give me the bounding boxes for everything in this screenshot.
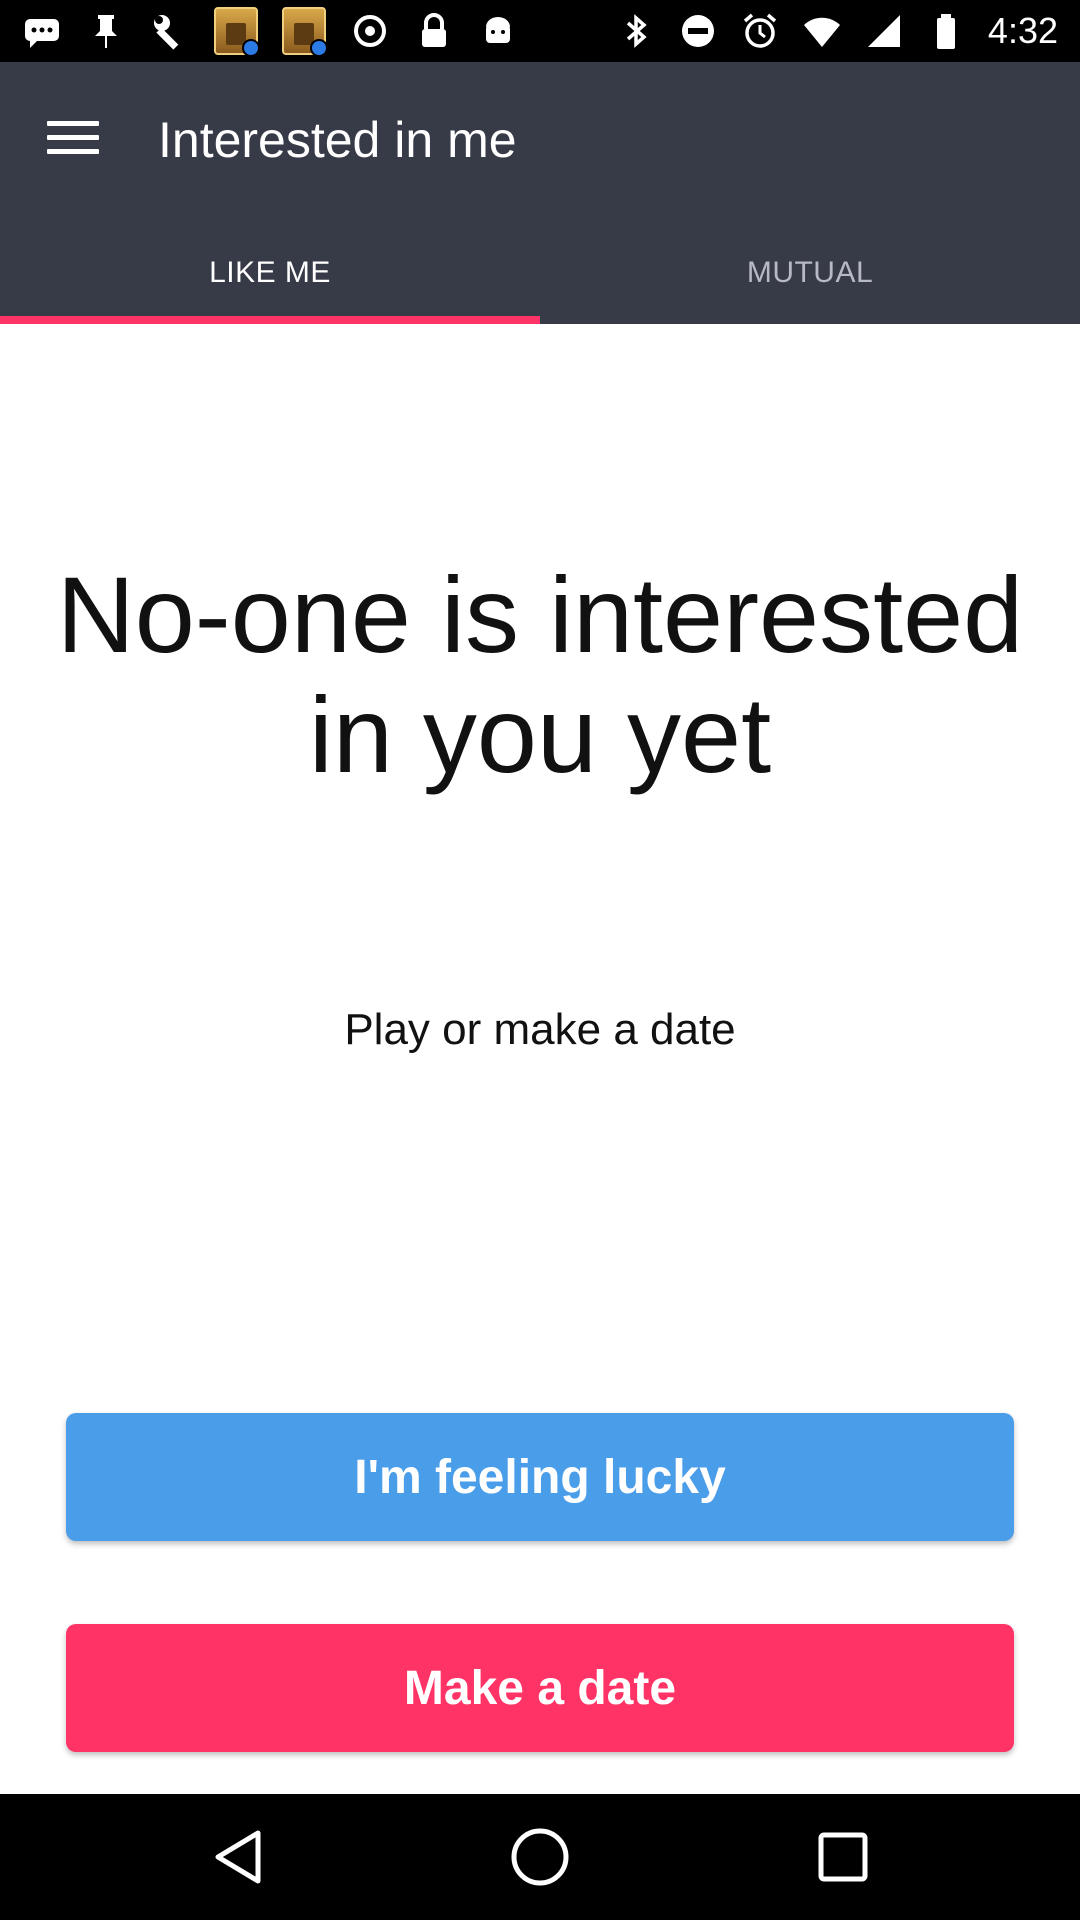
page-title: Interested in me — [158, 112, 517, 168]
tab-indicator — [0, 316, 540, 324]
status-time: 4:32 — [987, 10, 1058, 51]
topics-app-icon — [214, 7, 260, 57]
do-not-disturb-icon — [678, 11, 718, 51]
make-a-date-label: Make a date — [403, 1661, 677, 1715]
empty-state-subtext: Play or make a date — [344, 1005, 736, 1054]
tab-bar: LIKE ME MUTUAL — [0, 222, 1080, 324]
tab-mutual-label: MUTUAL — [746, 256, 874, 289]
feeling-lucky-button[interactable]: I'm feeling lucky — [66, 1413, 1014, 1541]
tab-like-me[interactable]: LIKE ME — [0, 222, 540, 324]
tab-like-me-label: LIKE ME — [209, 256, 331, 289]
feeling-lucky-label: I'm feeling lucky — [354, 1450, 726, 1504]
status-right-icons: 4:32 — [616, 0, 1058, 62]
lock-icon — [414, 11, 454, 51]
wrench-icon — [150, 11, 190, 51]
alarm-icon — [740, 11, 780, 51]
chat-icon — [22, 11, 62, 51]
make-a-date-button[interactable]: Make a date — [66, 1624, 1014, 1752]
home-icon[interactable] — [500, 1817, 580, 1897]
navigation-bar — [0, 1794, 1080, 1920]
tab-mutual[interactable]: MUTUAL — [540, 222, 1080, 324]
sync-icon — [350, 11, 390, 51]
battery-icon — [926, 11, 966, 51]
topics-app-icon — [282, 7, 328, 57]
pin-icon — [86, 11, 126, 51]
android-icon — [478, 11, 518, 51]
status-bar: 4:32 — [0, 0, 1080, 62]
status-left-icons — [22, 0, 518, 62]
signal-icon — [864, 11, 904, 51]
hamburger-menu-icon[interactable] — [42, 106, 104, 168]
recents-icon[interactable] — [803, 1817, 883, 1897]
app-bar: Interested in me LIKE ME MUTUAL — [0, 62, 1080, 324]
bluetooth-icon — [616, 11, 656, 51]
wifi-icon — [802, 11, 842, 51]
back-icon[interactable] — [198, 1817, 278, 1897]
empty-state-headline: No-one is interested in you yet — [56, 554, 1024, 795]
